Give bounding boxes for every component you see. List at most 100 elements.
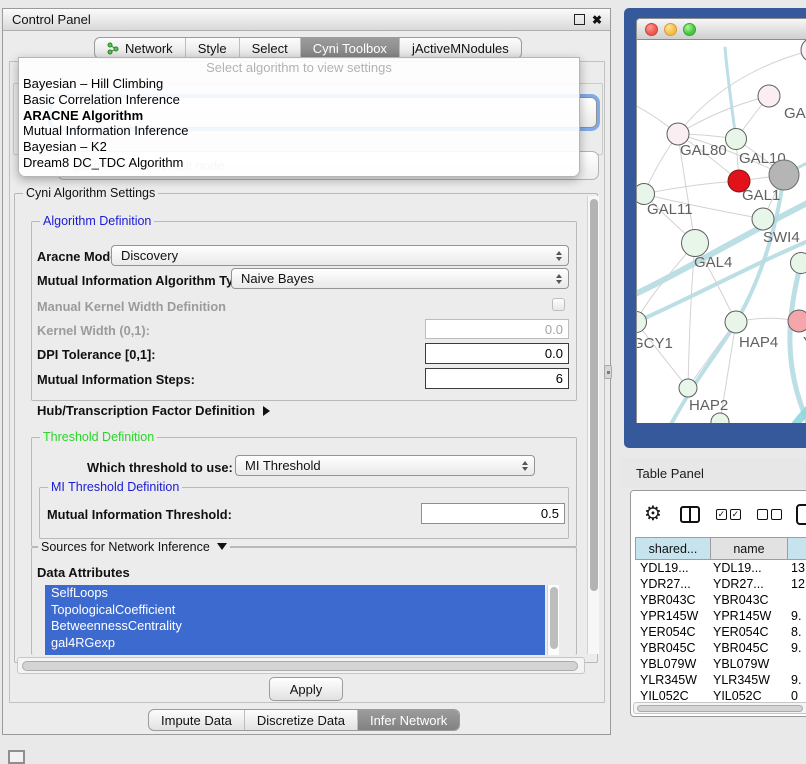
gear-icon[interactable]: ⚙ bbox=[644, 504, 662, 524]
table-row[interactable]: YER054CYER054C8. bbox=[635, 624, 806, 640]
sources-title[interactable]: Sources for Network Inference bbox=[38, 540, 230, 555]
column-header[interactable] bbox=[788, 537, 806, 560]
attributes-list-scrollbar[interactable] bbox=[547, 585, 559, 655]
node-label: GAL bbox=[784, 105, 806, 122]
tab-jactivemnodules[interactable]: jActiveMNodules bbox=[399, 38, 521, 58]
tab-discretize-data[interactable]: Discretize Data bbox=[244, 710, 357, 730]
tab-label: Impute Data bbox=[161, 713, 232, 728]
table-row[interactable]: YBL079WYBL079W bbox=[635, 656, 806, 672]
close-traffic-light-icon[interactable] bbox=[645, 23, 658, 36]
table-cell: YER054C bbox=[640, 625, 696, 639]
top-tab-bar: NetworkStyleSelect Cyni Toolbox jActiveMNo… bbox=[94, 37, 522, 59]
attribute-list-item[interactable]: SelfLoops bbox=[45, 585, 545, 602]
mutual-information-threshold-field[interactable]: 0.5 bbox=[421, 503, 565, 524]
attributes-scrollbar-thumb[interactable] bbox=[550, 587, 558, 649]
attribute-list-item[interactable]: gal4RGexp bbox=[45, 635, 545, 652]
algorithm-definition-title: Algorithm Definition bbox=[40, 214, 154, 228]
network-node[interactable] bbox=[711, 413, 729, 423]
float-window-button[interactable] bbox=[574, 14, 585, 25]
table-row[interactable]: YDL19...YDL19...13 bbox=[635, 560, 806, 576]
attribute-list-item[interactable]: TopologicalCoefficient bbox=[45, 602, 545, 619]
which-threshold-combobox[interactable]: MI Threshold bbox=[235, 455, 535, 476]
table-cell: YBL079W bbox=[713, 657, 769, 671]
data-attributes-list[interactable]: SelfLoopsTopologicalCoefficientBetweenne… bbox=[45, 585, 545, 655]
dpi-tolerance-field[interactable]: 0.0 bbox=[425, 343, 569, 364]
deselect-all-checkboxes-icon[interactable] bbox=[757, 509, 782, 520]
tab-label: Cyni Toolbox bbox=[313, 41, 387, 56]
kernel-width-label: Kernel Width (0,1): bbox=[37, 323, 150, 338]
tab-network[interactable]: Network bbox=[95, 38, 185, 58]
mutual-information-threshold-label: Mutual Information Threshold: bbox=[47, 507, 232, 522]
column-header[interactable]: name bbox=[711, 537, 788, 560]
network-node-hap4[interactable] bbox=[725, 311, 747, 333]
table-cell: YLR345W bbox=[640, 673, 697, 687]
table-window: ⚙ ✓✓ shared...name YDL19...YDL19...13YDR… bbox=[630, 490, 806, 717]
tab-label: Discretize Data bbox=[257, 713, 345, 728]
table-cell: 0 bbox=[791, 689, 798, 700]
expand-collapsed-icon[interactable] bbox=[263, 406, 275, 416]
aracne-mode-value: Discovery bbox=[121, 248, 178, 263]
settings-scrollbar-thumb[interactable] bbox=[590, 199, 598, 591]
tab-cyni-toolbox[interactable]: Cyni Toolbox bbox=[300, 38, 399, 58]
table-hscrollbar-thumb[interactable] bbox=[637, 705, 803, 712]
table-cell: 13 bbox=[791, 561, 805, 575]
table-options-icon[interactable] bbox=[796, 504, 806, 525]
mi-steps-field[interactable]: 6 bbox=[425, 368, 569, 389]
tab-style[interactable]: Style bbox=[185, 38, 239, 58]
dropdown-item[interactable]: Bayesian – Hill Climbing bbox=[19, 76, 579, 92]
network-node-y[interactable] bbox=[788, 310, 806, 332]
table-row[interactable]: YBR045CYBR045C9. bbox=[635, 640, 806, 656]
network-node[interactable] bbox=[791, 253, 806, 274]
apply-button[interactable]: Apply bbox=[269, 677, 343, 701]
close-window-icon[interactable]: ✖ bbox=[592, 15, 602, 25]
network-node-gcy1[interactable] bbox=[637, 312, 647, 333]
dropdown-item[interactable]: Basic Correlation Inference bbox=[19, 92, 579, 108]
split-panel-icon[interactable] bbox=[680, 506, 700, 523]
table-cell: YLR345W bbox=[713, 673, 770, 687]
column-header[interactable]: shared... bbox=[635, 537, 711, 560]
manual-kernel-width-checkbox[interactable] bbox=[552, 298, 565, 311]
spinner-arrows-icon bbox=[556, 274, 562, 284]
hub-transcription-section-toggle[interactable]: Hub/Transcription Factor Definition bbox=[37, 403, 275, 418]
dropdown-item[interactable]: Mutual Information Inference bbox=[19, 123, 579, 139]
select-all-checkboxes-icon[interactable]: ✓✓ bbox=[716, 509, 741, 520]
attribute-list-item[interactable]: BetweennessCentrality bbox=[45, 618, 545, 635]
settings-horizontal-scrollbar[interactable] bbox=[17, 657, 585, 674]
network-node-hap2[interactable] bbox=[679, 379, 697, 397]
table-horizontal-scrollbar[interactable] bbox=[633, 702, 806, 714]
table-row[interactable]: YPR145WYPR145W9. bbox=[635, 608, 806, 624]
kernel-width-field: 0.0 bbox=[425, 319, 569, 339]
network-node[interactable] bbox=[769, 160, 799, 190]
table-row[interactable]: YDR27...YDR27...12 bbox=[635, 576, 806, 592]
dropdown-item[interactable]: ARACNE Algorithm bbox=[19, 108, 579, 124]
network-node-gal4[interactable] bbox=[682, 230, 709, 257]
network-canvas[interactable]: GALGAL80GAL10GAL1GAL11SWI4GAL4GCY1HAP4YH… bbox=[637, 40, 806, 423]
network-node[interactable] bbox=[801, 40, 806, 62]
network-node-gal[interactable] bbox=[758, 85, 780, 107]
network-window-titlebar[interactable] bbox=[637, 19, 806, 40]
zoom-traffic-light-icon[interactable] bbox=[683, 23, 696, 36]
mi-algorithm-type-combobox[interactable]: Naive Bayes bbox=[231, 268, 569, 289]
settings-vertical-scrollbar[interactable] bbox=[587, 196, 599, 654]
tab-impute-data[interactable]: Impute Data bbox=[149, 710, 244, 730]
table-row[interactable]: YIL052CYIL052C0 bbox=[635, 688, 806, 700]
expand-expanded-icon[interactable] bbox=[217, 543, 227, 555]
table-cell: YBR043C bbox=[640, 593, 696, 607]
node-label: GCY1 bbox=[637, 335, 673, 352]
tab-infer-network[interactable]: Infer Network bbox=[357, 710, 459, 730]
tab-select[interactable]: Select bbox=[239, 38, 300, 58]
table-row[interactable]: YBR043CYBR043C bbox=[635, 592, 806, 608]
panel-splitter-handle[interactable] bbox=[604, 365, 612, 379]
table-cell: YIL052C bbox=[640, 689, 689, 700]
network-node-swi4[interactable] bbox=[752, 208, 774, 230]
aracne-mode-combobox[interactable]: Discovery bbox=[111, 245, 569, 266]
dropdown-item[interactable]: Dream8 DC_TDC Algorithm bbox=[19, 155, 579, 171]
table-cell: YBR045C bbox=[640, 641, 696, 655]
network-node-gal10[interactable] bbox=[726, 129, 747, 150]
minimize-traffic-light-icon[interactable] bbox=[664, 23, 677, 36]
data-attributes-label: Data Attributes bbox=[37, 565, 130, 580]
dropdown-item[interactable]: Bayesian – K2 bbox=[19, 139, 579, 155]
horizontal-scrollbar-thumb[interactable] bbox=[22, 661, 578, 671]
table-row[interactable]: YLR345WYLR345W9. bbox=[635, 672, 806, 688]
node-label: HAP4 bbox=[739, 334, 778, 351]
